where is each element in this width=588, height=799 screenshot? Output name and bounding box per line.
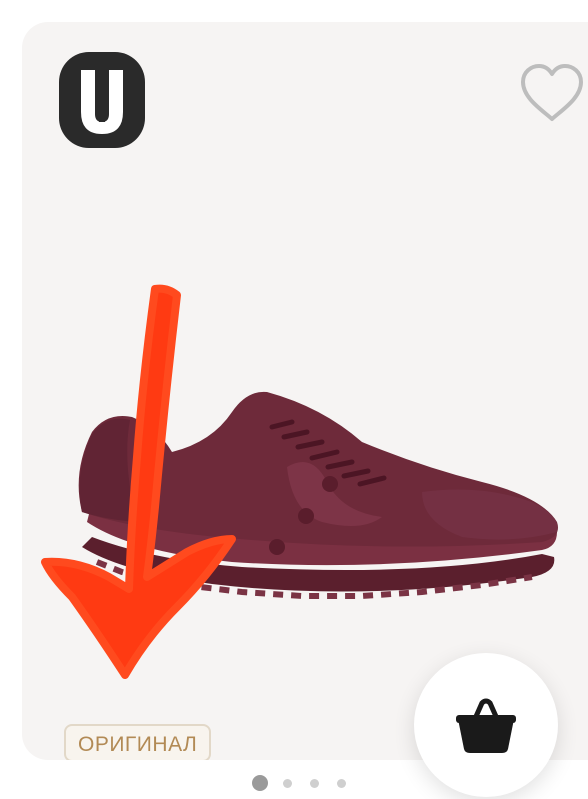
carousel-dot-4[interactable] [337,779,346,788]
add-to-cart-button[interactable] [414,653,558,797]
carousel-dot-2[interactable] [283,779,292,788]
shopping-basket-icon [456,698,516,753]
favorite-button[interactable] [517,62,587,124]
carousel-dot-1[interactable] [252,775,268,791]
product-card[interactable]: ОРИГИНАЛ [22,22,588,760]
brand-logo-icon [59,52,145,148]
original-badge: ОРИГИНАЛ [64,724,212,760]
carousel-dot-3[interactable] [310,779,319,788]
heart-icon [521,64,583,121]
product-image [78,391,559,599]
